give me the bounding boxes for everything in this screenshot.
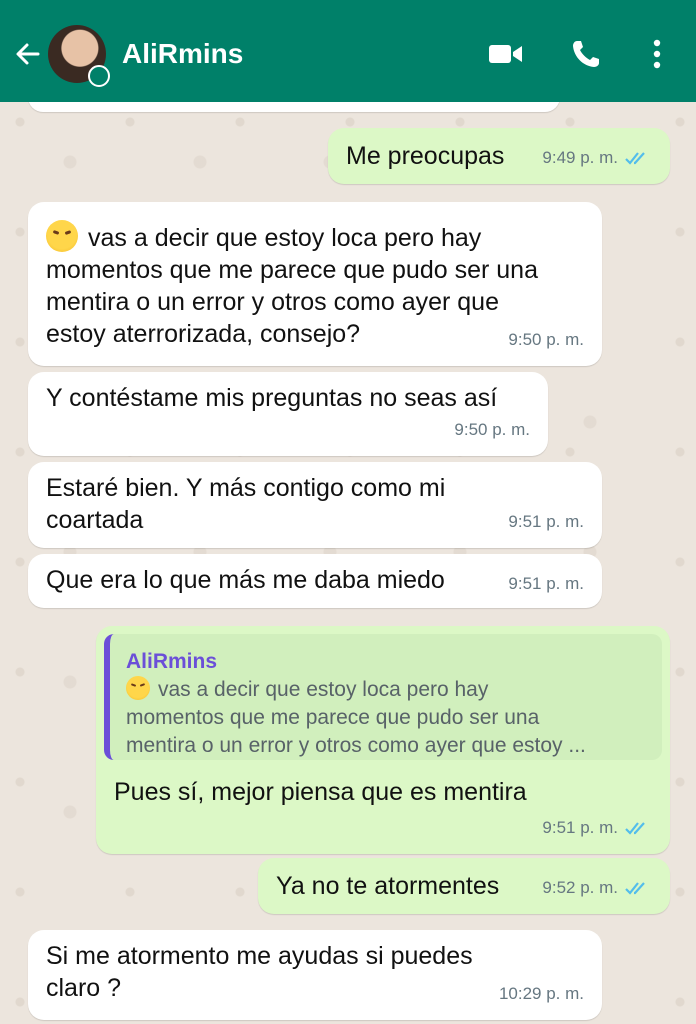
back-button[interactable] [10,36,46,72]
avatar[interactable] [48,25,110,87]
arrow-left-icon [16,43,40,65]
message-line: Si me atormento me ayudas si puedes [46,942,473,970]
more-options-button[interactable] [642,38,672,70]
phone-icon [573,41,599,67]
message-bubble-in[interactable]: Que era lo que más me daba miedo 9:51 p.… [28,554,602,608]
status-badge-icon [88,65,110,87]
partial-message-bubble[interactable] [28,102,560,112]
message-time: 9:51 p. m. [508,512,584,531]
message-time: 9:50 p. m. [508,330,584,349]
message-time: 9:51 p. m. [508,574,584,593]
message-line: claro ? [46,974,122,1002]
message-text: Ya no te atormentes [276,872,500,900]
message-meta: 9:51 p. m. [542,812,652,844]
message-time: 9:52 p. m. [542,878,618,897]
message-bubble-out[interactable]: Me preocupas 9:49 p. m. [328,128,670,184]
message-meta: 9:51 p. m. [508,506,584,538]
quoted-message[interactable]: AliRmins vas a decir que estoy loca pero… [104,634,662,760]
message-meta: 9:49 p. m. [542,142,652,174]
message-meta: 10:29 p. m. [499,978,584,1010]
tired-face-emoji-icon [126,676,150,700]
message-meta: 9:52 p. m. [542,872,652,904]
tired-face-emoji-icon [46,220,78,252]
message-line: Estaré bien. Y más contigo como mi [46,474,446,502]
message-line: vas a decir que estoy loca pero hay [46,220,588,254]
message-text: Y contéstame mis preguntas no seas así [46,384,498,412]
voice-call-button[interactable] [568,38,604,70]
message-bubble-in[interactable]: Y contéstame mis preguntas no seas así 9… [28,372,548,456]
message-text: Me preocupas [346,142,505,170]
chat-background: Me preocupas 9:49 p. m. vas a decir que … [0,102,696,1024]
message-text: Que era lo que más me daba miedo [46,566,445,594]
message-time: 10:29 p. m. [498,984,584,1003]
message-bubble-in[interactable]: vas a decir que estoy loca pero hay mome… [28,202,602,366]
message-bubble-in[interactable]: Estaré bien. Y más contigo como mi coart… [28,462,602,548]
message-bubble-out[interactable]: Ya no te atormentes 9:52 p. m. [258,858,670,914]
video-call-button[interactable] [486,38,526,70]
message-meta: 9:50 p. m. [454,414,530,446]
message-line: momentos que me parece que pudo ser una [46,256,538,284]
message-bubble-in[interactable]: Si me atormento me ayudas si puedes clar… [28,930,602,1020]
message-meta: 9:50 p. m. [508,324,584,356]
message-line: mentira o un error y otros como ayer que [46,288,499,316]
message-meta: 9:51 p. m. [508,568,584,600]
video-camera-icon [489,45,522,63]
message-text: Pues sí, mejor piensa que es mentira [114,778,527,806]
message-time: 9:49 p. m. [542,148,618,167]
read-ticks-icon [625,152,645,165]
kebab-menu-icon [653,39,661,69]
read-ticks-icon [625,882,645,895]
contact-name[interactable]: AliRmins [122,38,243,70]
message-bubble-out-reply[interactable]: AliRmins vas a decir que estoy loca pero… [96,626,670,854]
read-ticks-icon [625,822,645,835]
message-line: estoy aterrorizada, consejo? [46,320,361,348]
chat-header: AliRmins [0,0,696,102]
message-line: coartada [46,506,144,534]
message-time: 9:50 p. m. [454,420,530,439]
quoted-text: vas a decir que estoy loca pero hay mome… [126,676,586,757]
message-time: 9:51 p. m. [542,818,618,837]
quoted-author: AliRmins [126,650,218,673]
